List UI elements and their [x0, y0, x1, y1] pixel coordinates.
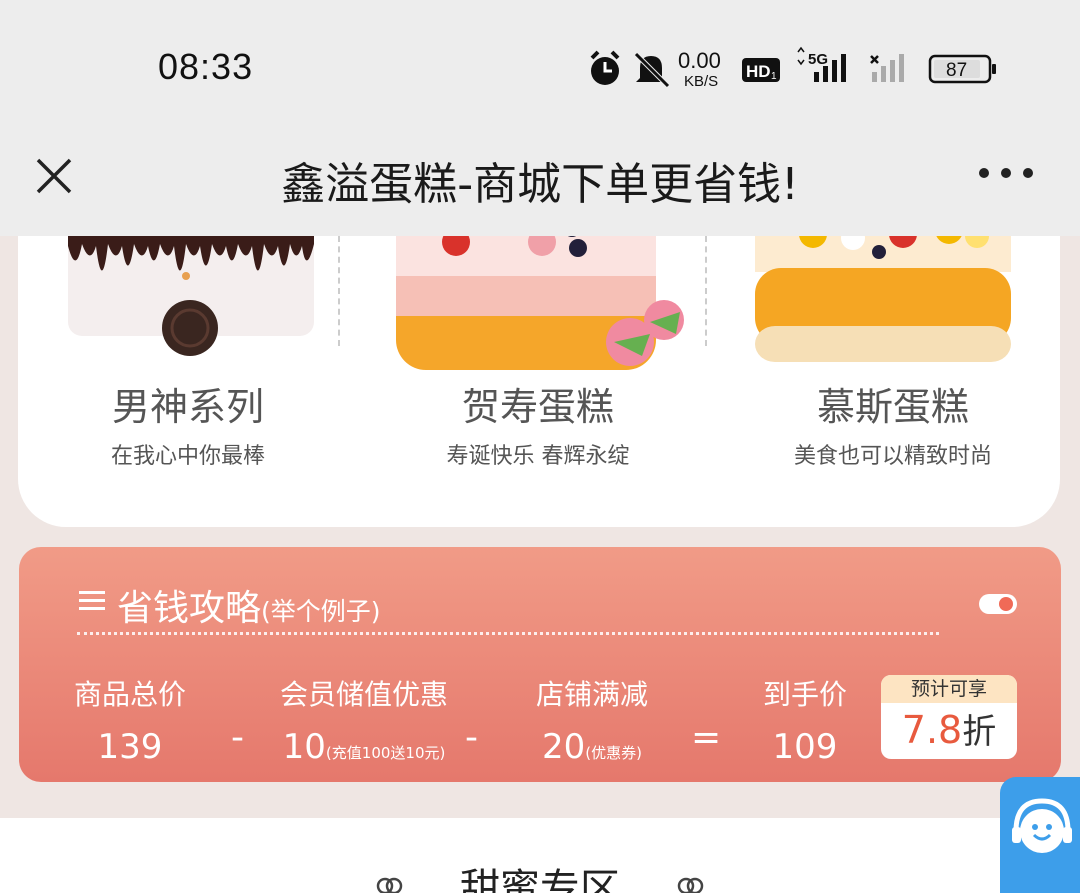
savings-panel: 省钱攻略(举个例子) 商品总价 139 - 会员储值优惠 10(充值100送10… [19, 547, 1061, 782]
member-discount-note: (充值100送10元) [325, 744, 446, 762]
final-price-number: 109 [772, 727, 838, 767]
discount-badge-label: 预计可享 [881, 675, 1017, 703]
category-name: 男神系列 [111, 385, 264, 429]
category-card: 男神系列 在我心中你最棒 贺寿蛋糕 寿诞快乐 春辉永绽 慕斯蛋糕 美食也可以精致… [18, 236, 1060, 527]
member-discount: 会员储值优惠 10(充值100送10元) [269, 673, 459, 767]
mousse-cake-image [755, 236, 1011, 362]
price-total-number: 139 [97, 727, 163, 767]
final-price: 到手价 109 [745, 673, 865, 767]
divider [338, 236, 340, 346]
discount-badge-value: 7.8折 [881, 703, 1017, 759]
category-desc: 美食也可以精致时尚 [793, 444, 992, 469]
member-discount-value: 10(充值100送10元) [269, 727, 459, 767]
battery-level: 87 [946, 60, 967, 81]
signal-label: 5G [808, 51, 828, 68]
savings-subtitle: (举个例子) [261, 597, 381, 626]
status-time: 08:33 [158, 46, 254, 87]
menu-icon [79, 591, 105, 610]
battery-icon: 87 [928, 54, 996, 84]
category-desc: 在我心中你最棒 [110, 444, 265, 469]
final-price-label: 到手价 [762, 678, 847, 711]
sweet-zone-title: 甜蜜专区 [460, 866, 620, 893]
store-discount-note: (优惠券) [585, 744, 642, 762]
price-total-label: 商品总价 [73, 678, 186, 711]
equals-sign: = [691, 717, 722, 758]
savings-title: 省钱攻略(举个例子) [117, 579, 381, 631]
hd-label: HD [746, 62, 771, 81]
divider [705, 236, 707, 346]
category-item-heshou[interactable]: 贺寿蛋糕 寿诞快乐 春辉永绽 [368, 236, 708, 527]
net-speed-value: 0.00 [678, 48, 721, 73]
toggle-knob [999, 597, 1013, 611]
signal-sim2-icon [870, 54, 904, 82]
more-icon[interactable] [974, 164, 1038, 182]
page-content: 男神系列 在我心中你最棒 贺寿蛋糕 寿诞快乐 春辉永绽 慕斯蛋糕 美食也可以精致… [0, 236, 1080, 893]
birthday-peach-cake-image [396, 236, 684, 370]
store-discount: 店铺满减 20(优惠券) [517, 673, 667, 767]
category-name: 贺寿蛋糕 [461, 385, 614, 429]
nav-bar: 鑫溢蛋糕-商城下单更省钱! [0, 130, 1080, 236]
chocolate-cake-image [68, 236, 314, 356]
discount-badge-unit: 折 [962, 712, 997, 752]
customer-service-button[interactable] [1000, 777, 1080, 893]
price-total: 商品总价 139 [65, 673, 195, 767]
store-discount-label: 店铺满减 [535, 678, 648, 711]
status-icons: 0.00 KB/S HD 1 5G 87 [590, 46, 996, 90]
mute-bell-icon [634, 52, 670, 88]
hd-icon: HD 1 [742, 58, 780, 82]
category-item-musi[interactable]: 慕斯蛋糕 美食也可以精致时尚 [723, 236, 1063, 527]
category-desc: 寿诞快乐 春辉永绽 [446, 444, 630, 469]
minus-sign: - [465, 717, 478, 758]
dotted-divider [77, 632, 939, 635]
category-item-nanshen[interactable]: 男神系列 在我心中你最棒 [18, 236, 358, 527]
discount-badge: 预计可享 7.8折 [881, 675, 1017, 759]
price-total-value: 139 [65, 727, 195, 767]
signal-5g-icon: 5G [797, 46, 846, 82]
headset-icon [1012, 798, 1072, 853]
minus-sign: - [231, 717, 244, 758]
ring-icon [677, 877, 704, 893]
store-discount-number: 20 [542, 727, 586, 767]
category-name: 慕斯蛋糕 [816, 385, 969, 429]
alarm-icon [590, 50, 620, 85]
toggle-icon[interactable] [979, 594, 1017, 614]
sweet-zone-section: 甜蜜专区 [0, 818, 1080, 893]
net-speed-unit: KB/S [684, 73, 718, 90]
store-discount-value: 20(优惠券) [517, 727, 667, 767]
final-price-value: 109 [745, 727, 865, 767]
member-discount-number: 10 [282, 727, 326, 767]
page-title: 鑫溢蛋糕-商城下单更省钱! [281, 159, 799, 210]
status-bar: 08:33 0.00 KB/S HD 1 5G 87 [0, 0, 1080, 130]
member-discount-label: 会员储值优惠 [279, 678, 448, 711]
hd-sub: 1 [771, 71, 777, 82]
savings-title-text: 省钱攻略 [117, 588, 262, 629]
discount-badge-number: 7.8 [901, 708, 963, 752]
